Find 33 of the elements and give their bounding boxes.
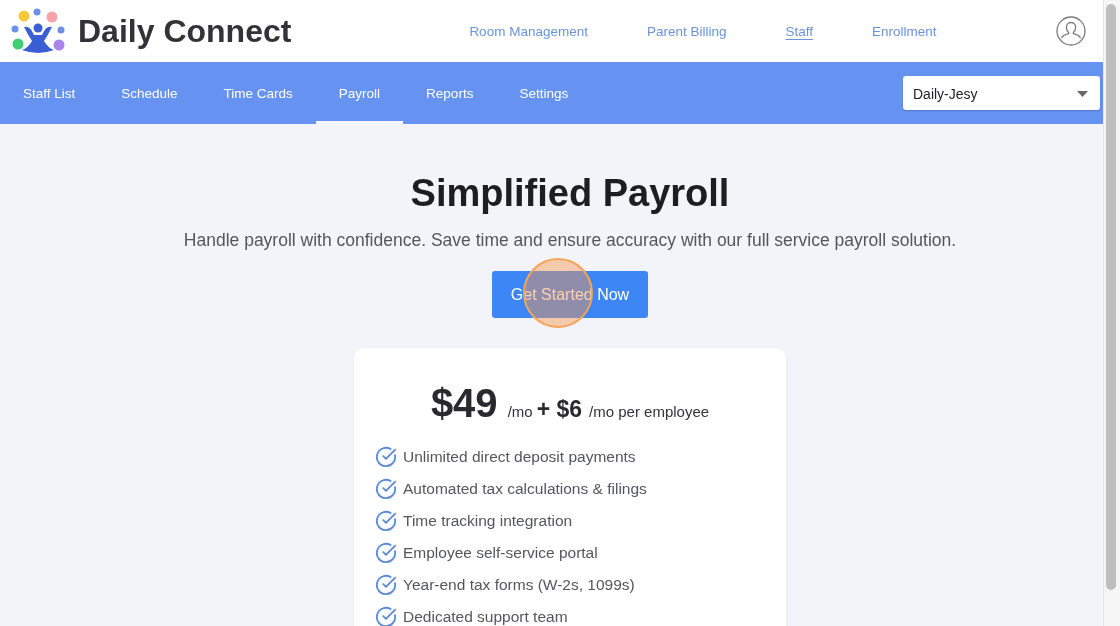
feature-text: Dedicated support team — [403, 608, 568, 626]
check-circle-icon — [375, 574, 397, 596]
user-avatar-icon[interactable] — [1056, 16, 1086, 46]
extra-price-unit: /mo per employee — [589, 402, 710, 422]
check-circle-icon — [375, 478, 397, 500]
logo-icon — [10, 8, 66, 54]
nav-link[interactable]: Staff — [785, 23, 813, 39]
page-subtitle: Handle payroll with confidence. Save time and ensure accuracy with our full service payroll solution. — [183, 229, 957, 252]
feature-text: Automated tax calculations & filings — [403, 480, 647, 498]
nav-link[interactable]: Enrollment — [872, 23, 937, 39]
feature-text: Time tracking integration — [403, 512, 573, 530]
feature-text: Employee self-service portal — [403, 544, 598, 562]
extra-price: + $6 — [536, 395, 583, 424]
tab[interactable]: Reports — [403, 62, 497, 124]
price: $49 — [430, 380, 498, 427]
nav-link[interactable]: Parent Billing — [646, 23, 727, 39]
check-circle-icon — [375, 606, 397, 626]
caret-icon — [1077, 91, 1088, 97]
feature-text: Year-end tax forms (W-2s, 1099s) — [403, 576, 635, 594]
feature-text: Unlimited direct deposit payments — [403, 448, 636, 466]
nav-link[interactable]: Room Management — [469, 23, 588, 39]
price-unit: /mo — [507, 402, 533, 422]
check-circle-icon — [375, 542, 397, 564]
scrollbar-thumb[interactable] — [1106, 4, 1116, 590]
location-select[interactable]: Daily-Jesy — [903, 76, 1100, 110]
tab[interactable]: Settings — [496, 62, 592, 124]
tab[interactable]: Staff List — [0, 62, 99, 124]
page-title: Simplified Payroll — [410, 171, 730, 216]
check-circle-icon — [375, 446, 397, 468]
check-circle-icon — [375, 510, 397, 532]
tab[interactable]: Time Cards — [200, 62, 316, 124]
tab[interactable]: Schedule — [98, 62, 201, 124]
logo-text: Daily Connect — [78, 12, 292, 50]
